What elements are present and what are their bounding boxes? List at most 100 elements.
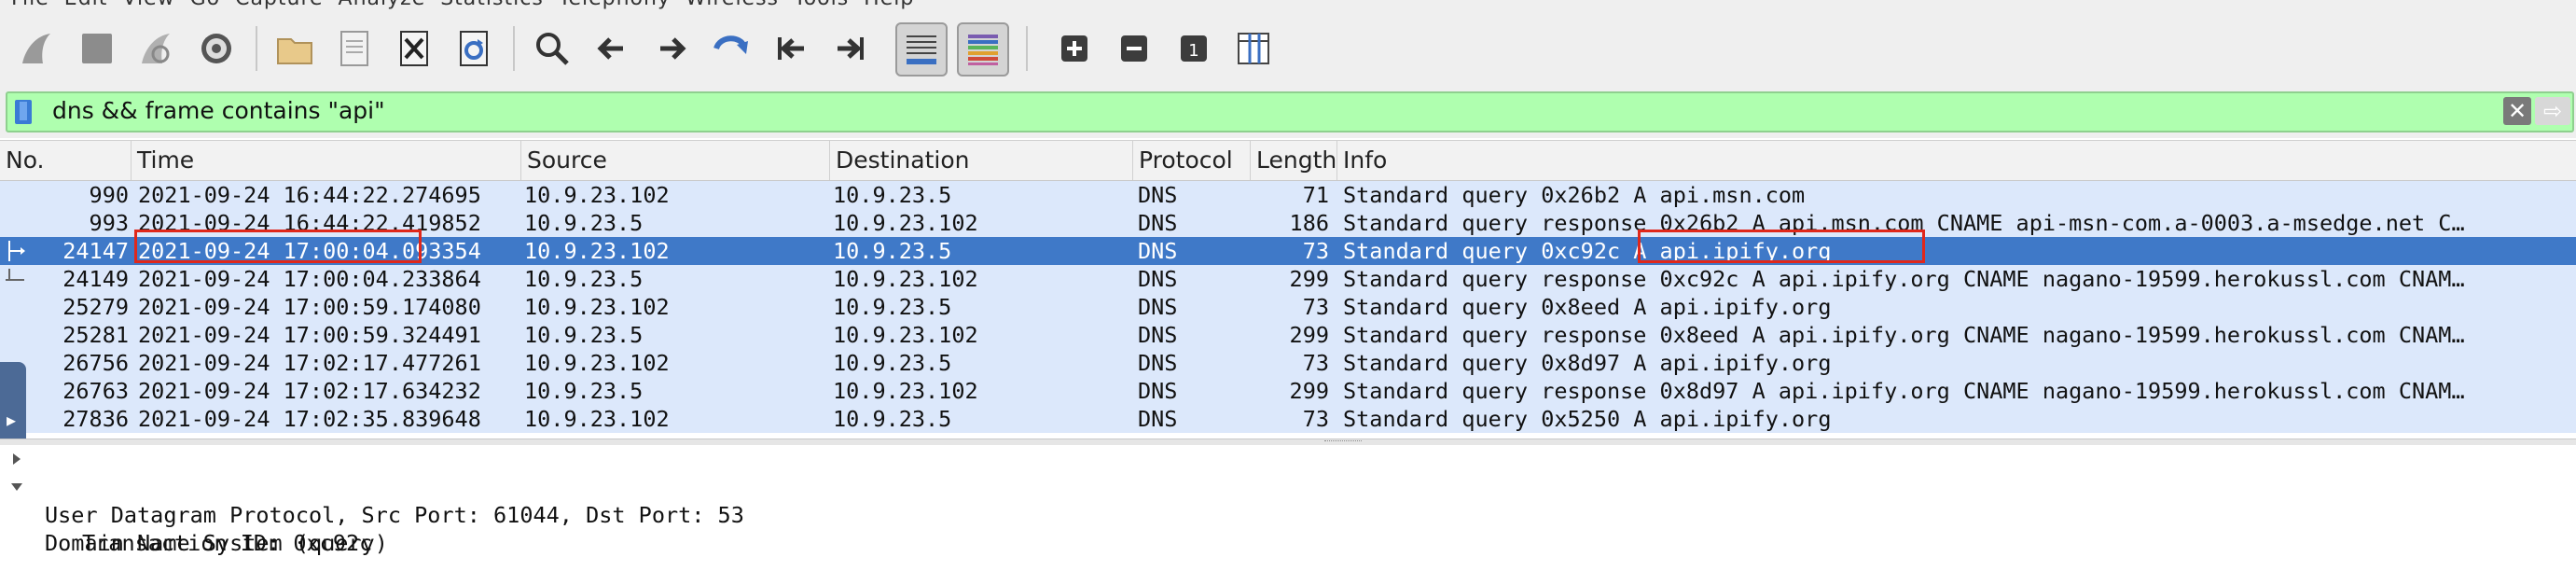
splitter-grip[interactable] bbox=[1324, 440, 1362, 444]
shark-fin-start-icon[interactable] bbox=[13, 24, 62, 73]
toolbar-separator bbox=[513, 26, 515, 71]
menu-bar: File Edit View Go Capture Analyze Statis… bbox=[0, 0, 2576, 9]
table-row[interactable]: 993 2021-09-24 16:44:22.419852 10.9.23.5 10… bbox=[0, 209, 2576, 237]
cell-length: 73 bbox=[1302, 238, 1329, 264]
cell-source: 10.9.23.102 bbox=[524, 406, 670, 432]
cell-source: 10.9.23.5 bbox=[524, 378, 644, 404]
cell-time: 2021-09-24 17:02:35.839648 bbox=[138, 406, 481, 432]
column-header-source[interactable]: Source bbox=[521, 141, 830, 180]
table-row[interactable]: 24149 2021-09-24 17:00:04.233864 10.9.23.5… bbox=[0, 265, 2576, 293]
column-header-time[interactable]: Time bbox=[132, 141, 521, 180]
table-row[interactable]: 25281 2021-09-24 17:00:59.324491 10.9.23.5… bbox=[0, 321, 2576, 349]
auto-scroll-icon[interactable] bbox=[895, 22, 948, 77]
cell-protocol: DNS bbox=[1138, 238, 1178, 264]
close-file-icon[interactable] bbox=[390, 24, 438, 73]
cell-destination: 10.9.23.5 bbox=[833, 294, 952, 320]
go-forward-icon[interactable] bbox=[647, 24, 696, 73]
cell-source: 10.9.23.5 bbox=[524, 266, 644, 292]
table-row[interactable]: 26763 2021-09-24 17:02:17.634232 10.9.23.5… bbox=[0, 377, 2576, 405]
apply-filter-icon[interactable]: ⇨ bbox=[2535, 97, 2570, 125]
cell-length: 299 bbox=[1289, 378, 1329, 404]
detail-row-transaction-id[interactable]: Transaction ID: 0xc92c bbox=[0, 501, 2576, 556]
request-marker-icon bbox=[6, 241, 28, 261]
table-row[interactable]: 26756 2021-09-24 17:02:17.477261 10.9.23.1… bbox=[0, 349, 2576, 377]
cell-destination: 10.9.23.5 bbox=[833, 238, 952, 264]
zoom-out-icon[interactable] bbox=[1110, 24, 1158, 73]
cell-source: 10.9.23.5 bbox=[524, 322, 644, 348]
main-toolbar: 1 bbox=[0, 9, 2576, 86]
table-row[interactable]: 25279 2021-09-24 17:00:59.174080 10.9.23.1… bbox=[0, 293, 2576, 321]
cell-no: 993 bbox=[89, 210, 129, 236]
resize-columns-icon[interactable] bbox=[1229, 24, 1278, 73]
cell-time: 2021-09-24 17:00:04.093354 bbox=[138, 238, 481, 264]
cell-source: 10.9.23.5 bbox=[524, 210, 644, 236]
cell-length: 73 bbox=[1302, 294, 1329, 320]
cell-info: Standard query 0x8d97 A api.ipify.org bbox=[1343, 350, 1832, 376]
cell-source: 10.9.23.102 bbox=[524, 294, 670, 320]
detail-text: Transaction ID: 0xc92c bbox=[82, 530, 373, 556]
cell-info: Standard query 0xc92c A api.ipify.org bbox=[1343, 238, 1832, 264]
zoom-in-icon[interactable] bbox=[1050, 24, 1099, 73]
open-folder-icon[interactable] bbox=[270, 24, 319, 73]
cell-info: Standard query 0x26b2 A api.msn.com bbox=[1343, 182, 1806, 208]
restart-capture-icon[interactable] bbox=[132, 24, 181, 73]
normal-size-icon[interactable]: 1 bbox=[1170, 24, 1218, 73]
column-header-destination[interactable]: Destination bbox=[830, 141, 1133, 180]
filter-bookmark-icon[interactable] bbox=[15, 100, 32, 124]
cell-no: 27836 bbox=[62, 406, 129, 432]
detail-row-dns[interactable]: Domain Name System (query) bbox=[0, 473, 2576, 556]
cell-destination: 10.9.23.5 bbox=[833, 182, 952, 208]
cell-time: 2021-09-24 16:44:22.274695 bbox=[138, 182, 481, 208]
cell-length: 73 bbox=[1302, 406, 1329, 432]
expand-arrow-icon[interactable] bbox=[13, 453, 21, 465]
cell-protocol: DNS bbox=[1138, 294, 1178, 320]
cell-length: 71 bbox=[1302, 182, 1329, 208]
table-row[interactable]: 990 2021-09-24 16:44:22.274695 10.9.23.102… bbox=[0, 181, 2576, 209]
cell-no: 24147 bbox=[62, 238, 129, 264]
clear-filter-icon[interactable]: ✕ bbox=[2503, 97, 2531, 125]
cell-length: 299 bbox=[1289, 266, 1329, 292]
cell-info: Standard query response 0xc92c A api.ipi… bbox=[1343, 266, 2465, 292]
cell-source: 10.9.23.102 bbox=[524, 238, 670, 264]
go-back-icon[interactable] bbox=[588, 24, 636, 73]
display-filter-text[interactable]: dns && frame contains "api" bbox=[52, 97, 385, 124]
cell-no: 26763 bbox=[62, 378, 129, 404]
cell-info: Standard query 0x5250 A api.ipify.org bbox=[1343, 406, 1832, 432]
cell-protocol: DNS bbox=[1138, 322, 1178, 348]
save-file-icon[interactable] bbox=[330, 24, 379, 73]
cell-info: Standard query response 0x8d97 A api.ipi… bbox=[1343, 378, 2465, 404]
column-header-length[interactable]: Length bbox=[1251, 141, 1337, 180]
cell-time: 2021-09-24 17:02:17.634232 bbox=[138, 378, 481, 404]
go-last-icon[interactable] bbox=[826, 24, 875, 73]
cell-destination: 10.9.23.5 bbox=[833, 406, 952, 432]
cell-length: 73 bbox=[1302, 350, 1329, 376]
cell-no: 990 bbox=[89, 182, 129, 208]
cell-no: 24149 bbox=[62, 266, 129, 292]
detail-row-udp[interactable]: User Datagram Protocol, Src Port: 61044,… bbox=[0, 445, 2576, 528]
display-filter-input[interactable]: dns && frame contains "api" ✕ ⇨ bbox=[6, 91, 2574, 132]
reload-file-icon[interactable] bbox=[450, 24, 498, 73]
column-header-no[interactable]: No. bbox=[0, 141, 132, 180]
table-row-selected[interactable]: 24147 2021-09-24 17:00:04.093354 10.9.23.1… bbox=[0, 237, 2576, 265]
column-header-info[interactable]: Info bbox=[1337, 141, 2576, 180]
collapse-arrow-icon[interactable] bbox=[11, 483, 22, 491]
cell-info: Standard query response 0x8eed A api.ipi… bbox=[1343, 322, 2465, 348]
stop-capture-icon[interactable] bbox=[73, 24, 121, 73]
go-to-packet-icon[interactable] bbox=[707, 24, 755, 73]
colorize-icon[interactable] bbox=[957, 22, 1009, 77]
table-row[interactable]: 27836 2021-09-24 17:02:35.839648 10.9.23.1… bbox=[0, 405, 2576, 433]
column-header-protocol[interactable]: Protocol bbox=[1133, 141, 1251, 180]
find-packet-icon[interactable] bbox=[528, 24, 576, 73]
cell-protocol: DNS bbox=[1138, 350, 1178, 376]
cell-source: 10.9.23.102 bbox=[524, 350, 670, 376]
menu-items[interactable]: File Edit View Go Capture Analyze Statis… bbox=[11, 0, 914, 9]
cell-protocol: DNS bbox=[1138, 266, 1178, 292]
go-first-icon[interactable] bbox=[767, 24, 815, 73]
capture-options-gear-icon[interactable] bbox=[192, 24, 241, 73]
cell-time: 2021-09-24 17:00:04.233864 bbox=[138, 266, 481, 292]
cell-destination: 10.9.23.102 bbox=[833, 266, 978, 292]
toolbar-separator bbox=[256, 26, 257, 71]
packet-list-header: No. Time Source Destination Protocol Len… bbox=[0, 140, 2576, 182]
cell-no: 25281 bbox=[62, 322, 129, 348]
packet-list: No. Time Source Destination Protocol Len… bbox=[0, 140, 2576, 439]
